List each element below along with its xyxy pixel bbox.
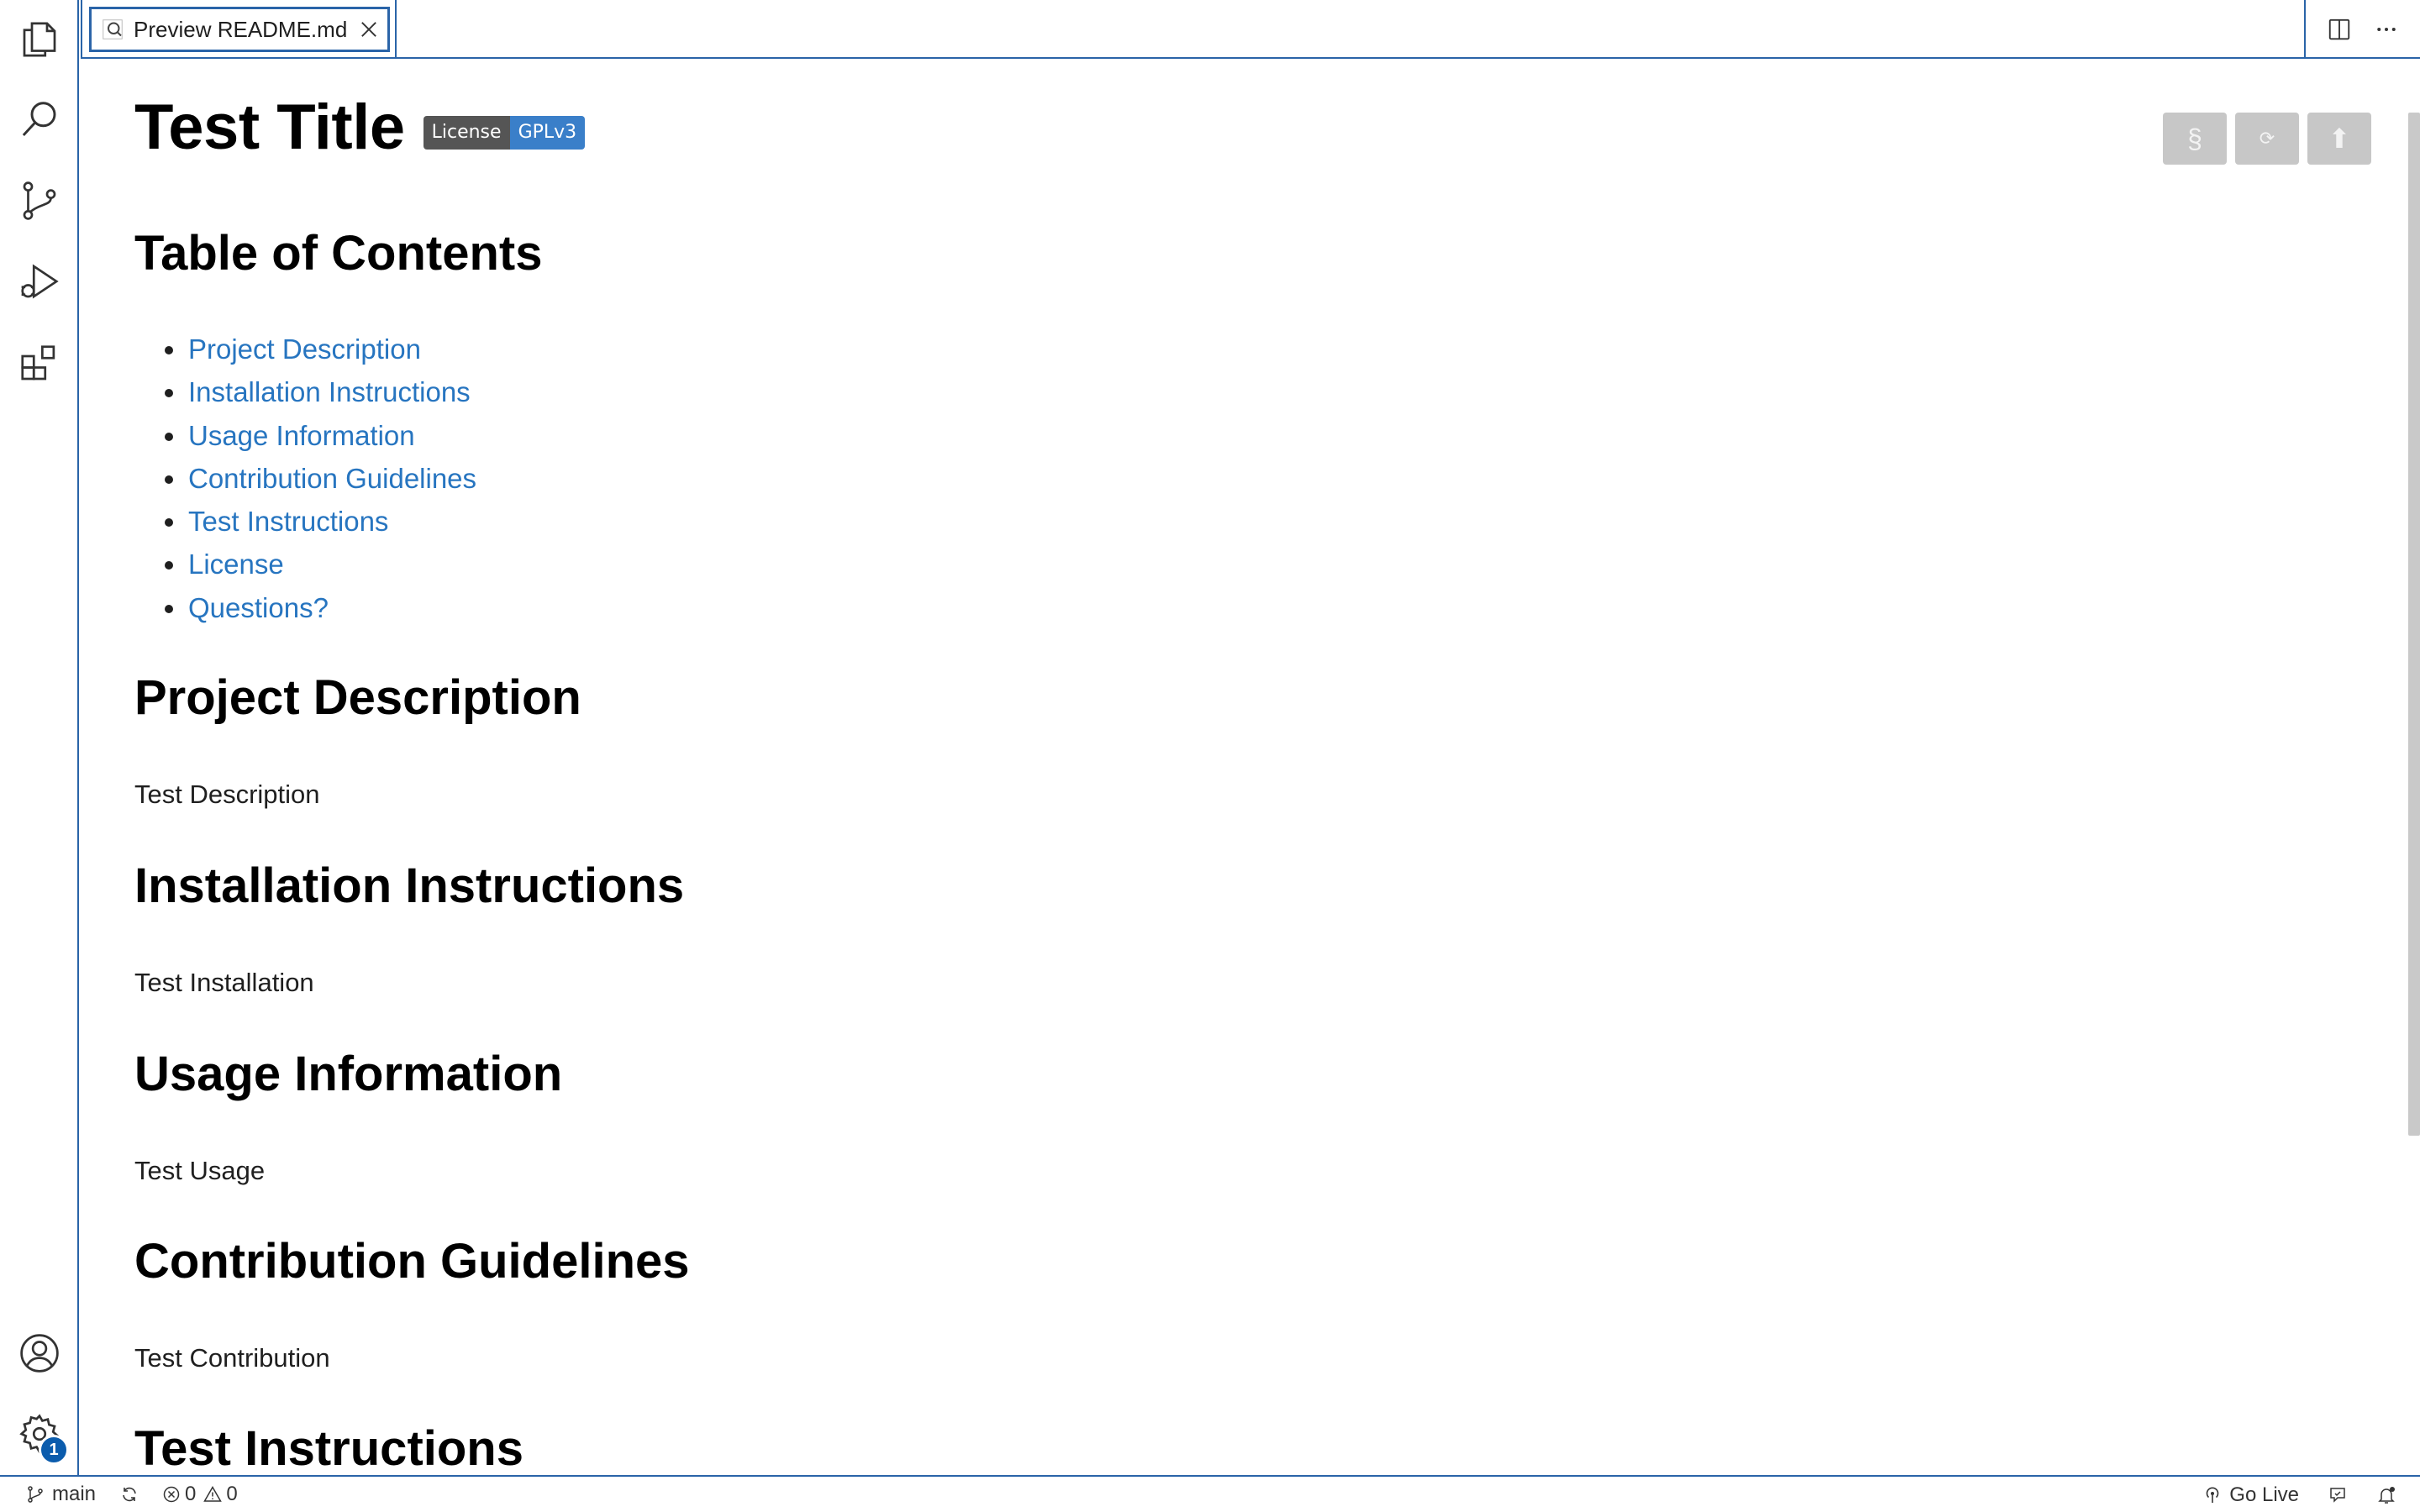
list-item: Usage Information: [134, 414, 476, 457]
toc-link-usage[interactable]: Usage Information: [188, 420, 415, 451]
toc-link-contribution[interactable]: Contribution Guidelines: [188, 463, 476, 494]
toc-link-project-description[interactable]: Project Description: [188, 333, 421, 365]
search-icon[interactable]: [15, 96, 64, 144]
section-heading: Usage Information: [134, 1047, 563, 1101]
problems-indicator[interactable]: 0 0: [161, 1476, 238, 1512]
close-icon[interactable]: [357, 18, 381, 41]
section-heading: Installation Instructions: [134, 858, 685, 913]
warning-icon: [203, 1485, 223, 1502]
notifications-button[interactable]: [2376, 1477, 2396, 1512]
section-heading: Contribution Guidelines: [134, 1234, 690, 1289]
warning-count: 0: [226, 1483, 238, 1505]
section-heading: Project Description: [134, 670, 581, 725]
editor-actions: [2304, 0, 2420, 59]
preview-toolbar: § ⟳ ⬆: [2163, 113, 2371, 165]
split-editor-icon[interactable]: [2327, 17, 2352, 42]
section-text: Test Contribution: [134, 1343, 330, 1373]
toc-list: Project Description Installation Instruc…: [134, 328, 476, 629]
tab-preview-readme[interactable]: Preview README.md: [81, 0, 397, 59]
explorer-files-icon[interactable]: [15, 15, 64, 64]
list-item: Installation Instructions: [134, 370, 476, 413]
accounts-icon[interactable]: [15, 1329, 64, 1378]
editor-tab-bar: Preview README.md: [81, 0, 2420, 59]
list-item: Project Description: [134, 328, 476, 370]
markdown-preview: Test Title License GPLv3 Table of Conten…: [81, 60, 2420, 1475]
license-badge-value: GPLv3: [509, 115, 586, 150]
list-item: Test Instructions: [134, 500, 476, 543]
toc-link-installation[interactable]: Installation Instructions: [188, 376, 471, 407]
scroll-top-button[interactable]: ⬆: [2307, 113, 2371, 165]
list-item: Contribution Guidelines: [134, 457, 476, 500]
list-item: License: [134, 543, 476, 585]
error-icon: [163, 1486, 180, 1503]
git-branch-icon: [28, 1486, 43, 1503]
go-live-label: Go Live: [2229, 1483, 2299, 1506]
branch-name: main: [52, 1483, 97, 1505]
activity-bar: 1: [0, 0, 79, 1475]
settings-notification-badge: 1: [39, 1435, 69, 1465]
title-row: Test Title License GPLv3: [134, 91, 586, 164]
license-badge[interactable]: License GPLv3: [423, 115, 586, 150]
branch-indicator[interactable]: main: [25, 1476, 96, 1512]
tab-label: Preview README.md: [134, 16, 348, 42]
toc-heading: Table of Contents: [134, 226, 543, 281]
page-title: Test Title: [134, 92, 405, 163]
error-count: 0: [185, 1483, 197, 1505]
section-heading: Test Instructions: [134, 1421, 523, 1475]
go-live-button[interactable]: Go Live: [2202, 1477, 2299, 1512]
broadcast-icon: [2207, 1487, 2219, 1503]
license-badge-label: License: [423, 115, 510, 150]
sync-button[interactable]: [119, 1476, 139, 1512]
extensions-icon[interactable]: [15, 339, 64, 388]
vertical-scrollbar[interactable]: [2408, 113, 2420, 1136]
bell-icon: [2378, 1487, 2395, 1504]
section-button[interactable]: §: [2163, 113, 2227, 165]
feedback-icon: [2330, 1488, 2345, 1503]
feedback-button[interactable]: [2328, 1477, 2348, 1512]
status-right: Go Live: [2202, 1477, 2420, 1512]
more-actions-icon[interactable]: [2374, 17, 2399, 42]
section-text: Test Description: [134, 780, 320, 809]
sync-icon: [123, 1487, 136, 1502]
toc-link-questions[interactable]: Questions?: [188, 592, 329, 623]
section-text: Test Usage: [134, 1156, 266, 1185]
toc-link-license[interactable]: License: [188, 549, 284, 580]
toc-link-test-instructions[interactable]: Test Instructions: [188, 506, 388, 537]
status-bar: main 0 0 Go Live: [0, 1475, 2420, 1512]
list-item: Questions?: [134, 586, 476, 629]
markdown-preview-icon: [103, 19, 123, 39]
section-text: Test Installation: [134, 968, 314, 997]
run-debug-icon[interactable]: [15, 257, 64, 306]
refresh-button[interactable]: ⟳: [2235, 113, 2299, 165]
source-control-icon[interactable]: [15, 176, 64, 225]
